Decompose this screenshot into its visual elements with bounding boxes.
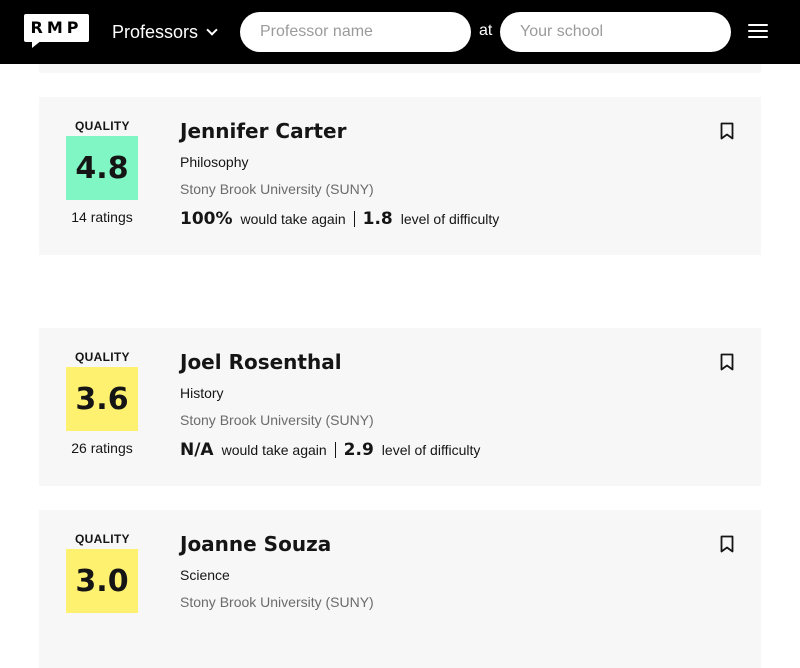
professor-card[interactable]: QUALITY 3.6 26 ratings Joel Rosenthal Hi…	[39, 328, 761, 486]
hamburger-menu-icon[interactable]	[748, 24, 768, 40]
professor-name[interactable]: Jennifer Carter	[180, 119, 346, 143]
quality-score: 3.6	[66, 367, 138, 431]
professor-search-input[interactable]	[240, 12, 471, 52]
bookmark-icon[interactable]	[720, 535, 734, 553]
professor-card[interactable]: QUALITY 4.8 14 ratings Jennifer Carter P…	[39, 97, 761, 255]
quality-score: 4.8	[66, 136, 138, 200]
ratings-count: 26 ratings	[71, 440, 133, 456]
quality-label: QUALITY	[75, 350, 130, 364]
would-take-again-value: N/A	[180, 440, 214, 460]
stats-divider	[334, 442, 336, 458]
at-label: at	[479, 22, 493, 39]
logo-text: RMP	[30, 18, 83, 37]
bookmark-icon[interactable]	[720, 353, 734, 371]
quality-score: 3.0	[66, 549, 138, 613]
school-name: Stony Brook University (SUNY)	[180, 181, 374, 197]
department: Science	[180, 567, 230, 583]
difficulty-value: 1.8	[362, 209, 393, 229]
would-take-again-label: would take again	[221, 442, 327, 458]
professor-card[interactable]: QUALITY 3.0 Joanne Souza Science Stony B…	[39, 510, 761, 668]
chevron-down-icon	[206, 24, 218, 36]
would-take-again-value: 100%	[180, 209, 233, 229]
quality-label: QUALITY	[75, 532, 130, 546]
professor-stats: N/A would take again 2.9 level of diffic…	[180, 440, 480, 460]
ratings-count: 14 ratings	[71, 209, 133, 225]
difficulty-label: level of difficulty	[400, 211, 500, 227]
school-search-input[interactable]	[500, 12, 731, 52]
quality-label: QUALITY	[75, 119, 130, 133]
department: History	[180, 385, 224, 401]
site-header: RMP Professors at	[0, 0, 800, 64]
would-take-again-label: would take again	[240, 211, 346, 227]
stats-divider	[353, 211, 355, 227]
bookmark-icon[interactable]	[720, 122, 734, 140]
search-type-dropdown[interactable]: Professors	[112, 16, 218, 48]
professor-name[interactable]: Joel Rosenthal	[180, 350, 342, 374]
search-type-label: Professors	[112, 21, 199, 42]
department: Philosophy	[180, 154, 249, 170]
school-name: Stony Brook University (SUNY)	[180, 594, 374, 610]
professor-name[interactable]: Joanne Souza	[180, 532, 331, 556]
logo-tail	[32, 40, 42, 48]
professor-stats: 100% would take again 1.8 level of diffi…	[180, 209, 499, 229]
difficulty-label: level of difficulty	[381, 442, 481, 458]
school-name: Stony Brook University (SUNY)	[180, 412, 374, 428]
difficulty-value: 2.9	[343, 440, 374, 460]
rmp-logo[interactable]: RMP	[24, 14, 89, 50]
